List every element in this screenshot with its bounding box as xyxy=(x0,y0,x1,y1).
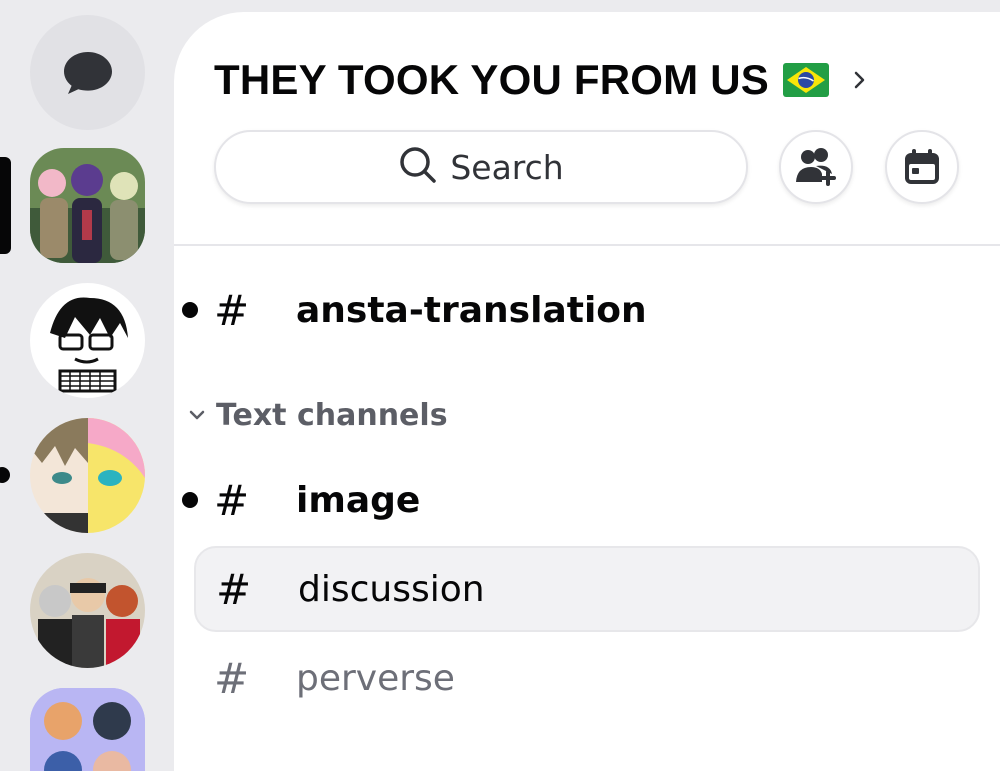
server-icon-4[interactable] xyxy=(30,553,145,668)
text-channel-icon: # xyxy=(214,475,250,525)
channel-name: image xyxy=(296,479,421,521)
server-icon-1[interactable] xyxy=(30,148,145,263)
add-member-icon xyxy=(796,148,836,186)
channel-name: discussion xyxy=(298,568,485,610)
server-icon-2[interactable] xyxy=(30,283,145,398)
channel-panel: THEY TOOK YOU FROM US Search # ansta-tra… xyxy=(174,12,1000,771)
text-channel-icon: # xyxy=(214,285,250,335)
chat-bubble-icon xyxy=(63,51,112,94)
add-member-button[interactable] xyxy=(779,130,853,204)
server-folder-icon[interactable] xyxy=(30,688,145,771)
channel-name: ansta-translation xyxy=(296,289,647,331)
text-channel-icon: # xyxy=(214,653,250,703)
direct-messages-button[interactable] xyxy=(30,15,145,130)
channel-perverse[interactable]: # perverse xyxy=(194,635,980,721)
search-bar[interactable]: Search xyxy=(214,130,748,204)
server-2-image xyxy=(30,283,145,398)
header-divider xyxy=(174,244,1000,246)
events-button[interactable] xyxy=(885,130,959,204)
channel-image[interactable]: # image xyxy=(182,457,980,543)
brazil-flag-icon xyxy=(782,63,829,97)
chevron-down-icon xyxy=(188,406,206,425)
category-text-channels[interactable]: Text channels xyxy=(188,395,448,435)
category-label: Text channels xyxy=(216,397,448,433)
server-3-image xyxy=(30,418,145,533)
channel-name: perverse xyxy=(296,657,455,699)
discord-app: THEY TOOK YOU FROM US Search # ansta-tra… xyxy=(0,0,1000,771)
server-4-image xyxy=(30,553,145,668)
server-unread-indicator xyxy=(0,467,10,483)
channel-ansta-translation[interactable]: # ansta-translation xyxy=(182,267,980,353)
server-icon-3[interactable] xyxy=(30,418,145,533)
text-channel-icon: # xyxy=(216,564,252,614)
channel-unread-indicator xyxy=(182,302,198,318)
search-label: Search xyxy=(450,147,564,187)
chevron-right-icon xyxy=(853,70,867,90)
calendar-icon xyxy=(905,149,939,184)
channel-unread-indicator xyxy=(182,492,198,508)
server-rail xyxy=(0,0,174,771)
channel-discussion[interactable]: # discussion xyxy=(194,546,980,632)
server-1-image xyxy=(30,148,145,263)
guild-header[interactable]: THEY TOOK YOU FROM US xyxy=(214,54,867,106)
search-icon xyxy=(398,145,438,189)
selected-server-indicator xyxy=(0,157,11,254)
guild-name: THEY TOOK YOU FROM US xyxy=(214,56,769,103)
server-5-image xyxy=(30,688,145,771)
